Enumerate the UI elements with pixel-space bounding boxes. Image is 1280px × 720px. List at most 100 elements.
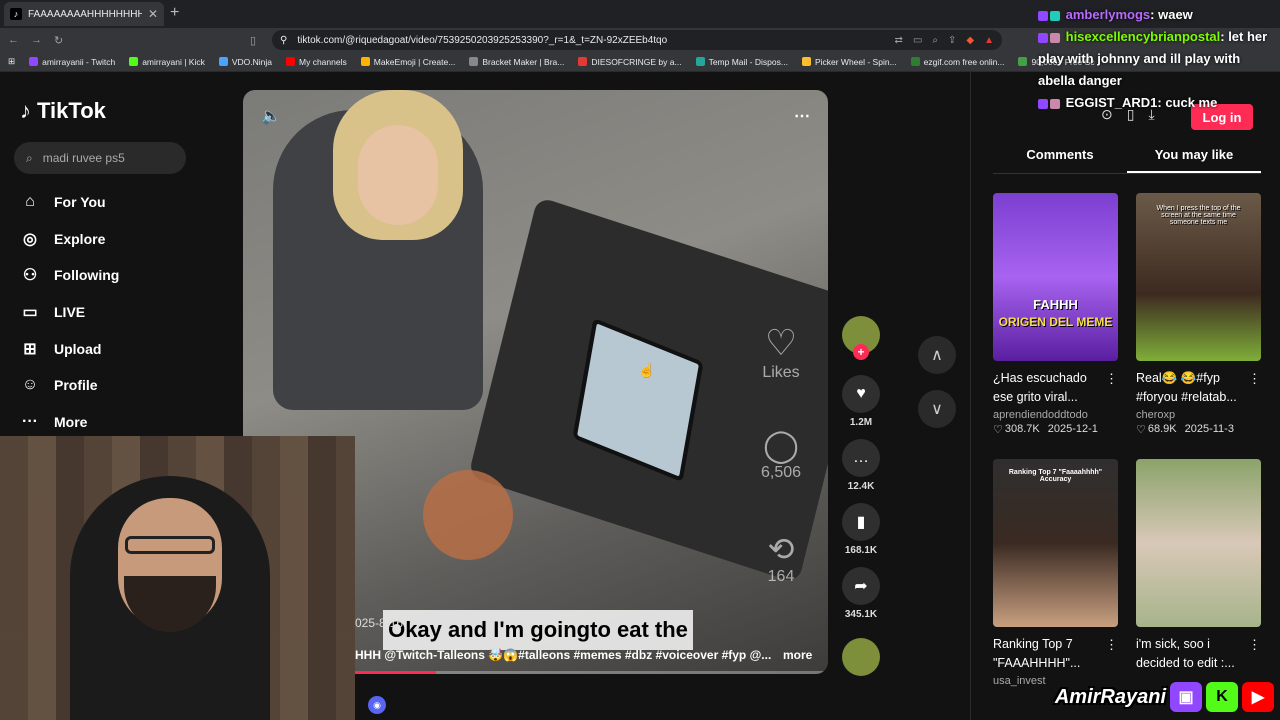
comment-icon[interactable]: …	[842, 439, 880, 477]
card-menu-icon[interactable]: ⋮	[1105, 369, 1118, 388]
bookmark-item[interactable]: Picker Wheel - Spin...	[801, 57, 897, 67]
sidebar-item-upload[interactable]: ⊞ Upload	[20, 330, 220, 367]
share-action[interactable]: ➦ 345.1K	[838, 567, 884, 620]
sidebar-nav: ⌂ For You ◎ Explore ⚇ Following ▭ LIVE ⊞ Uplo…	[20, 184, 220, 440]
music-disc-avatar[interactable]	[842, 638, 880, 676]
browser-tab[interactable]: ♪ FAAAAAAAAHHHHHHHH - Voic ✕	[4, 2, 164, 26]
video-card[interactable]: Ranking Top 7 "Faaaahhhh" Accuracy Ranki…	[993, 459, 1118, 687]
bookmark-item[interactable]: ezgif.com free onlin...	[910, 56, 1005, 67]
card-menu-icon[interactable]: ⋮	[1248, 369, 1261, 388]
bookmark-favicon-icon	[218, 57, 228, 66]
tiktok-logo[interactable]: ♪ TikTok	[20, 98, 106, 124]
follow-plus-icon[interactable]: +	[853, 344, 869, 360]
bookmark-item[interactable]: MakeEmoji | Create...	[360, 57, 455, 67]
video-thumbnail[interactable]: Ranking Top 7 "Faaaahhhh" Accuracy	[993, 459, 1118, 627]
bookmark-label: ezgif.com free onlin...	[923, 56, 1005, 67]
bookmark-item[interactable]: Bracket Maker | Bra...	[469, 57, 564, 67]
sidebar-item-following[interactable]: ⚇ Following	[20, 257, 220, 294]
creator-avatar[interactable]: +	[842, 316, 880, 360]
bookmark-label: Temp Mail - Dispos...	[708, 56, 788, 67]
comment-action[interactable]: … 12.4K	[838, 439, 884, 492]
save-action[interactable]: ▮ 168.1K	[838, 503, 884, 556]
sidebar-item-label: For You	[54, 194, 106, 211]
video-card[interactable]: When I press the top of the screen at th…	[1136, 193, 1261, 436]
brave-shield-icon[interactable]: ◆	[966, 35, 974, 46]
mute-icon[interactable]: 🔈	[261, 106, 281, 126]
right-panel: ⊙ ▯ ⤓ Log in Comments You may like FAHHH…	[970, 72, 1280, 720]
tiktok-note-icon: ♪	[20, 98, 31, 123]
video-card[interactable]: FAHHH ORIGEN DEL MEME ¿Has escuchado ese…	[993, 193, 1118, 436]
video-description: HHH @Twitch-Talleons 🤯😱#talleons #memes …	[355, 648, 772, 662]
bookmark-item[interactable]: Temp Mail - Dispos...	[695, 56, 788, 67]
share-icon[interactable]: ⇪	[948, 35, 956, 46]
video-scene-cups	[423, 470, 513, 560]
translate-icon[interactable]: ⇄	[895, 35, 903, 46]
video-card[interactable]: i'm sick, soo i decided to edit :... ⋮	[1136, 459, 1261, 673]
bookmark-label: DIESOFCRINGE by a...	[591, 56, 682, 67]
chat-message: hisexcellencybrianpostal: let her play w…	[1038, 26, 1280, 92]
sidebar-item-for-you[interactable]: ⌂ For You	[20, 184, 220, 221]
more-icon: ···	[22, 412, 38, 430]
video-menu-icon[interactable]: ⋯	[794, 106, 810, 126]
action-bar: ♥ 1.2M … 12.4K ▮ 168.1K ➦ 345.1K	[838, 375, 884, 631]
card-menu-icon[interactable]: ⋮	[1248, 635, 1261, 654]
close-tab-icon[interactable]: ✕	[148, 7, 158, 21]
search-input[interactable]: ⌕ madi ruvee ps5	[14, 142, 186, 174]
next-video-button[interactable]: ∨	[918, 390, 956, 428]
card-title-text: i'm sick, soo i decided to edit :...	[1136, 637, 1235, 670]
youtube-icon: ▶	[1242, 682, 1274, 712]
tab-you-may-like[interactable]: You may like	[1127, 140, 1261, 173]
bookmark-item[interactable]: amirrayani | Kick	[129, 57, 205, 67]
video-thumbnail[interactable]	[1136, 459, 1261, 627]
bookmark-item[interactable]: amirrayanii - Twitch	[29, 57, 115, 67]
back-icon[interactable]: ←	[8, 34, 19, 46]
share-arrow-icon[interactable]: ➦	[842, 567, 880, 605]
more-link[interactable]: more	[783, 648, 812, 662]
sidebar-item-label: More	[54, 413, 88, 430]
sidebar-item-more[interactable]: ··· More	[20, 404, 220, 441]
live-icon: ▭	[22, 304, 38, 322]
video-date: 025-8-16	[355, 616, 404, 630]
video-scene-face	[358, 125, 438, 225]
bookmark-item[interactable]: My channels	[286, 57, 347, 67]
discord-icon: ◉	[368, 696, 386, 714]
rewards-icon[interactable]: ▲	[984, 35, 994, 46]
site-info-icon[interactable]: ⚲	[280, 35, 287, 46]
gift-badge-icon	[1050, 98, 1060, 109]
card-author-name[interactable]: cheroxp	[1136, 409, 1175, 421]
bookmark-item[interactable]: DIESOFCRINGE by a...	[578, 56, 682, 67]
tab-comments[interactable]: Comments	[993, 140, 1127, 173]
sidebar-item-explore[interactable]: ◎ Explore	[20, 221, 220, 258]
thumb-subtitle: ORIGEN DEL MEME	[998, 315, 1113, 329]
ghost-like-label: Likes	[762, 364, 800, 381]
sidebar-item-live[interactable]: ▭ LIVE	[20, 294, 220, 331]
apps-grid-icon[interactable]: ⊞	[8, 56, 15, 67]
video-thumbnail[interactable]: When I press the top of the screen at th…	[1136, 193, 1261, 361]
previous-video-button[interactable]: ∧	[918, 336, 956, 374]
zoom-icon[interactable]: ⌕	[932, 35, 938, 46]
bookmark-item[interactable]: VDO.Ninja	[218, 57, 272, 67]
chat-text: : cuck me	[1157, 95, 1218, 110]
sidebar-item-label: Following	[54, 267, 120, 284]
bookmark-label: Bracket Maker | Bra...	[482, 56, 565, 67]
like-action[interactable]: ♥ 1.2M	[838, 375, 884, 428]
omnibox-actions: ⇄ ▭ ⌕ ⇪ ◆ ▲	[895, 35, 994, 46]
card-author-name[interactable]: usa_invest	[993, 675, 1046, 687]
reload-icon[interactable]: ↻	[54, 34, 63, 47]
streamer-branding: AmirRayani ▣ K ▶	[1055, 680, 1274, 714]
url-bar[interactable]: ⚲ tiktok.com/@riquedagoat/video/75392502…	[272, 30, 1002, 50]
forward-icon[interactable]: →	[31, 34, 42, 46]
card-menu-icon[interactable]: ⋮	[1105, 635, 1118, 654]
card-author-name[interactable]: aprendiendoddtodo	[993, 409, 1088, 421]
video-thumbnail[interactable]: FAHHH ORIGEN DEL MEME	[993, 193, 1118, 361]
bookmark-icon[interactable]: ▯	[250, 34, 256, 47]
cast-icon[interactable]: ▭	[913, 35, 922, 46]
sidebar-item-profile[interactable]: ☺ Profile	[20, 367, 220, 404]
card-author: cheroxp	[1136, 409, 1261, 421]
heart-icon[interactable]: ♥	[842, 375, 880, 413]
sub-badge-icon	[1038, 32, 1048, 43]
bookmark-favicon-icon	[1018, 57, 1028, 66]
bookmark-icon[interactable]: ▮	[842, 503, 880, 541]
chat-username: amberlymogs	[1065, 7, 1151, 22]
new-tab-icon[interactable]: +	[170, 4, 179, 22]
